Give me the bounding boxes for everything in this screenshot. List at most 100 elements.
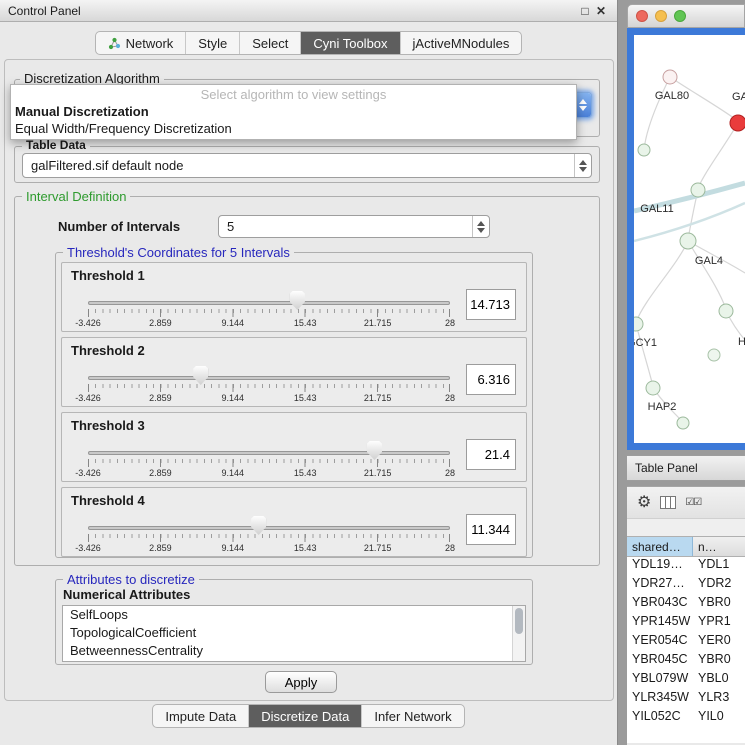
thresholds-group-label: Threshold's Coordinates for 5 Intervals [63, 245, 294, 260]
table-row[interactable]: YER054C YER0 [627, 633, 745, 652]
list-scrollbar[interactable] [512, 606, 525, 661]
tab-network[interactable]: Network [96, 32, 187, 54]
tab-discretize-data-label: Discretize Data [261, 709, 349, 724]
column-header-name[interactable]: n… [693, 537, 745, 556]
table-row[interactable]: YPR145W YPR1 [627, 614, 745, 633]
node-label-gcy1: GCY1 [634, 337, 657, 349]
slider-major-ticks [88, 384, 450, 392]
slider-thumb[interactable] [251, 516, 266, 535]
gear-icon[interactable]: ⚙ [637, 495, 651, 511]
traffic-light-zoom[interactable] [674, 10, 686, 22]
network-node-gal11[interactable] [691, 183, 705, 197]
network-node[interactable] [708, 349, 720, 361]
tab-cyni-toolbox[interactable]: Cyni Toolbox [301, 32, 400, 54]
network-view-window: GAL80 GA GAL11 GAL4 GCY1 H HAP2 [627, 4, 745, 450]
network-node-selected-red[interactable] [730, 115, 745, 131]
threshold-4-slider[interactable]: -3.426 2.859 9.144 15.43 21.715 28 [88, 512, 450, 554]
apply-button[interactable]: Apply [265, 671, 337, 693]
network-node[interactable] [638, 144, 650, 156]
arrow-down-icon [477, 228, 485, 233]
scale-label: 28 [445, 543, 455, 553]
dropdown-option-equal-width[interactable]: Equal Width/Frequency Discretization [11, 120, 576, 137]
slider-scale: -3.426 2.859 9.144 15.43 21.715 28 [88, 543, 450, 554]
column-header-shared-name[interactable]: shared… [627, 537, 693, 556]
threshold-4-label: Threshold 4 [71, 493, 145, 508]
num-intervals-combobox[interactable]: 5 [218, 215, 490, 238]
table-data-group-label: Table Data [22, 138, 90, 152]
threshold-1-slider[interactable]: -3.426 2.859 9.144 15.43 21.715 28 [88, 287, 450, 329]
threshold-2-slider[interactable]: -3.426 2.859 9.144 15.43 21.715 28 [88, 362, 450, 404]
table-data-combobox[interactable]: galFiltered.sif default node [22, 153, 592, 178]
scale-label: 15.43 [294, 318, 317, 328]
node-label-hap2: HAP2 [648, 401, 677, 413]
slider-track[interactable] [88, 301, 450, 305]
threshold-3-label: Threshold 3 [71, 418, 145, 433]
network-canvas[interactable]: GAL80 GA GAL11 GAL4 GCY1 H HAP2 [634, 35, 745, 443]
float-window-icon[interactable]: □ [577, 4, 593, 18]
threshold-3-value-field[interactable] [466, 439, 516, 470]
scale-label: 28 [445, 468, 455, 478]
threshold-4-panel: Threshold 4 -3.426 2.859 9.144 15.43 21.… [61, 487, 527, 557]
select-columns-icon[interactable]: ☑☑ [685, 497, 701, 508]
threshold-1-panel: Threshold 1 -3.426 2.859 9.144 15.43 21.… [61, 262, 527, 332]
scale-label: -3.426 [75, 393, 101, 403]
tab-jactivemodules[interactable]: jActiveMNodules [401, 32, 522, 54]
table-row[interactable]: YBR045C YBR0 [627, 652, 745, 671]
cell-name: YBR0 [693, 652, 745, 671]
list-item[interactable]: SelfLoops [63, 606, 525, 624]
table-row[interactable]: YBR043C YBR0 [627, 595, 745, 614]
tab-style[interactable]: Style [186, 32, 240, 54]
list-scrollbar-thumb[interactable] [515, 608, 523, 634]
cell-shared-name: YBR043C [627, 595, 693, 614]
slider-track[interactable] [88, 376, 450, 380]
cell-name: YDR2 [693, 576, 745, 595]
network-node-gal80[interactable] [663, 70, 677, 84]
scale-label: 21.715 [364, 543, 392, 553]
network-graph: GAL80 GA GAL11 GAL4 GCY1 H HAP2 [634, 35, 745, 443]
list-item[interactable]: BetweennessCentrality [63, 642, 525, 660]
network-node-hap2[interactable] [646, 381, 660, 395]
table-row[interactable]: YIL052C YIL0 [627, 709, 745, 728]
dropdown-option-manual[interactable]: Manual Discretization [11, 103, 576, 120]
tab-discretize-data[interactable]: Discretize Data [249, 705, 362, 727]
scale-label: 2.859 [149, 468, 172, 478]
tab-cyni-toolbox-label: Cyni Toolbox [313, 36, 387, 51]
threshold-2-value-field[interactable] [466, 364, 516, 395]
traffic-light-close[interactable] [636, 10, 648, 22]
tab-select[interactable]: Select [240, 32, 301, 54]
slider-thumb[interactable] [290, 291, 305, 310]
slider-track[interactable] [88, 451, 450, 455]
close-icon[interactable]: ✕ [593, 4, 609, 18]
combo-stepper[interactable] [574, 154, 591, 177]
slider-track[interactable] [88, 526, 450, 530]
slider-major-ticks [88, 459, 450, 467]
columns-icon[interactable] [660, 496, 676, 509]
table-row[interactable]: YDR27… YDR2 [627, 576, 745, 595]
list-item[interactable]: TopologicalCoefficient [63, 624, 525, 642]
slider-thumb[interactable] [193, 366, 208, 385]
scale-label: 21.715 [364, 318, 392, 328]
table-row[interactable]: YLR345W YLR3 [627, 690, 745, 709]
combo-stepper[interactable] [472, 216, 489, 237]
slider-thumb[interactable] [367, 441, 382, 460]
cell-name: YIL0 [693, 709, 745, 728]
threshold-1-value-field[interactable] [466, 289, 516, 320]
table-row[interactable]: YBL079W YBL0 [627, 671, 745, 690]
bottom-tabbar: Impute Data Discretize Data Infer Networ… [0, 704, 617, 728]
traffic-light-minimize[interactable] [655, 10, 667, 22]
network-node[interactable] [677, 417, 689, 429]
tab-infer-network[interactable]: Infer Network [362, 705, 463, 727]
bottom-tabgroup: Impute Data Discretize Data Infer Networ… [152, 704, 464, 728]
threshold-4-value-field[interactable] [466, 514, 516, 545]
network-selection-frame: GAL80 GA GAL11 GAL4 GCY1 H HAP2 [627, 28, 745, 450]
table-header-row: shared… n… [627, 536, 745, 557]
threshold-3-slider[interactable]: -3.426 2.859 9.144 15.43 21.715 28 [88, 437, 450, 479]
network-node-gal4[interactable] [680, 233, 696, 249]
interval-definition-group-label: Interval Definition [22, 189, 130, 204]
network-node[interactable] [719, 304, 733, 318]
cell-name: YDL1 [693, 557, 745, 576]
cell-name: YBL0 [693, 671, 745, 690]
network-node-gcy1[interactable] [634, 317, 643, 331]
tab-impute-data[interactable]: Impute Data [153, 705, 249, 727]
table-row[interactable]: YDL19… YDL1 [627, 557, 745, 576]
